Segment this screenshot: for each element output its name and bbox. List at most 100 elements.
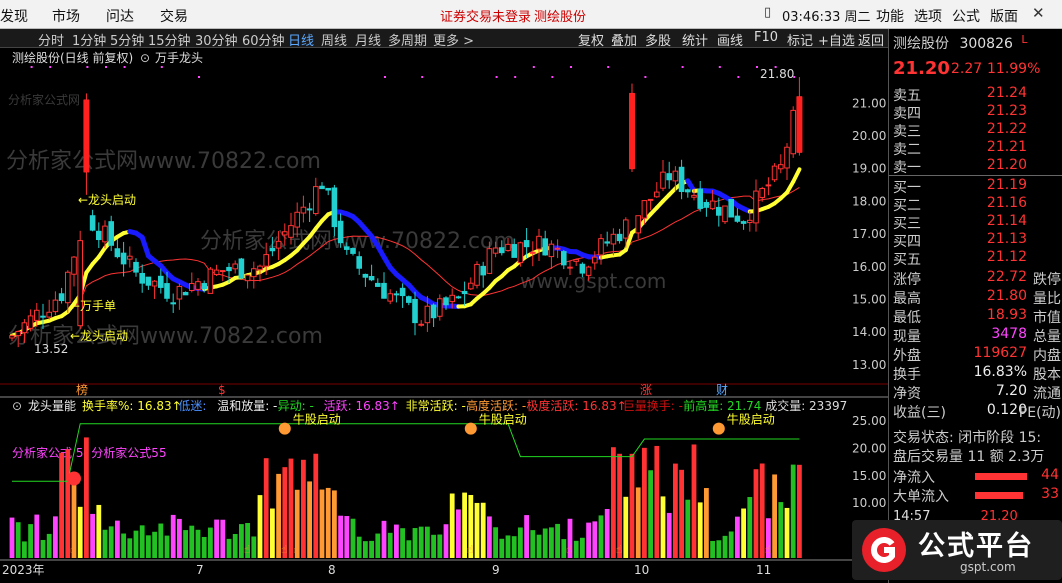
period-15min[interactable]: 15分钟 [148, 30, 191, 49]
volume-bar [208, 527, 213, 558]
candle-body [585, 266, 592, 276]
quote-label: 最低 [893, 310, 921, 326]
period-5min[interactable]: 5分钟 [110, 30, 144, 49]
volume-bar [394, 524, 399, 558]
sub-collapse-icon[interactable]: ⊙ [12, 399, 22, 413]
volume-bar [573, 540, 579, 558]
candle-body [282, 231, 288, 236]
candle-body [573, 259, 580, 262]
book-divider [889, 175, 1062, 176]
close-icon[interactable]: ✕ [1032, 4, 1045, 22]
menu-formula[interactable]: 公式 [952, 6, 980, 26]
quote-label: 卖四 [893, 106, 921, 122]
candle-body [430, 304, 437, 319]
kline-chart[interactable]: 分析家公式网分析家公式网www.70822.com 分析家公式网www.70822… [0, 48, 888, 583]
quote-label: 买五 [893, 252, 921, 268]
tool-mark[interactable]: 标记 [787, 30, 813, 49]
candle-body [220, 270, 226, 273]
candle-body [102, 225, 108, 243]
period-weekly[interactable]: 周线 [321, 30, 347, 49]
period-daily[interactable]: 日线 [288, 30, 314, 49]
quote-label: 卖三 [893, 124, 921, 140]
last-price: 21.20 [893, 58, 950, 79]
quote-value: 18.93 [986, 307, 1027, 323]
tool-overlay[interactable]: 叠加 [611, 30, 637, 49]
bell-icon[interactable]: ▯ [764, 5, 771, 20]
tool-stats[interactable]: 统计 [682, 30, 708, 49]
candle-body [542, 238, 549, 256]
period-multi[interactable]: 多周期 [388, 30, 427, 49]
wanshou-label: ←万手单 [70, 299, 116, 313]
hand-icon: ☝ [616, 543, 623, 556]
sub-item: 温和放量: - [217, 398, 277, 413]
tool-multistock[interactable]: 多股 [645, 30, 671, 49]
candle-body [164, 283, 170, 299]
volume-bar [263, 458, 269, 558]
candle-body [523, 240, 530, 248]
candle-body [424, 305, 431, 324]
volume-bar [325, 487, 331, 558]
candle-body-limit [796, 96, 803, 153]
candle-body [96, 230, 102, 241]
volume-bar [487, 516, 492, 558]
quote-value: 3478 [991, 326, 1027, 342]
tool-fuquan[interactable]: 复权 [578, 30, 604, 49]
period-1min[interactable]: 1分钟 [72, 30, 106, 49]
sub-item: 巨量换手: - [623, 399, 683, 413]
candle-body [145, 276, 152, 286]
volume-bar [412, 528, 418, 558]
volume-bar [158, 523, 164, 558]
candle-body [660, 171, 666, 189]
menu-wenda[interactable]: 问达 [106, 6, 134, 26]
menu-options[interactable]: 选项 [914, 6, 942, 26]
dragon-start-1: ←龙头启动 [78, 193, 136, 207]
period-more[interactable]: 更多 > [433, 30, 474, 49]
month-label: 2023年 [2, 563, 45, 577]
candle-body [461, 290, 468, 295]
sub-item: 低迷: [178, 399, 206, 413]
quote-label: 卖一 [893, 160, 921, 176]
candle-body [393, 293, 400, 296]
flow-row: 大单流入 33 [893, 486, 1062, 505]
menu-layout[interactable]: 版面 [990, 6, 1018, 26]
signal-dot [551, 76, 554, 78]
candle-body [598, 238, 604, 256]
tool-f10[interactable]: F10 [754, 30, 778, 45]
quote-label: 净资 [893, 386, 921, 402]
menu-function[interactable]: 功能 [876, 6, 904, 26]
menu-trade[interactable]: 交易 [160, 6, 188, 26]
time-axis: 2023年 7 8 9 10 11 [2, 563, 771, 577]
menu-market[interactable]: 市场 [52, 6, 80, 26]
period-monthly[interactable]: 月线 [355, 30, 381, 49]
price-pct: 11.99% [987, 61, 1041, 77]
high-label: 21.80 [760, 67, 794, 81]
tool-back[interactable]: 返回 [858, 30, 884, 49]
candle-body [716, 206, 722, 216]
tool-draw[interactable]: 画线 [717, 30, 743, 49]
menu-discover[interactable]: 发现 [0, 6, 28, 26]
candle-body [139, 272, 145, 284]
flow-bar [975, 473, 1027, 480]
bid-row: 买四 21.13 [889, 231, 1062, 250]
candle-body [288, 225, 294, 238]
candle-body [368, 276, 375, 281]
candle-body [127, 255, 133, 260]
volume-bar [536, 534, 542, 558]
ask-row: 卖四 21.23 [889, 103, 1062, 122]
period-fenshi[interactable]: 分时 [38, 30, 64, 49]
collapse-icon[interactable]: ⊙ [140, 51, 150, 65]
login-notice[interactable]: 证券交易未登录 [440, 6, 531, 25]
volume-bar [431, 534, 436, 558]
period-60min[interactable]: 60分钟 [242, 30, 285, 49]
stat-row: 净资 7.20 流通 [889, 383, 1062, 402]
tool-add-watch[interactable]: +自选 [818, 30, 855, 49]
candle-body [319, 185, 325, 190]
after-hours: 盘后交易量 11 额 2.3万 [893, 449, 1045, 465]
volume-bar [375, 533, 381, 558]
gspt-logo: 公式平台 gspt.com [852, 520, 1062, 580]
volume-bar [232, 534, 238, 558]
volume-bar [480, 502, 486, 558]
volume-bar [549, 527, 554, 558]
period-30min[interactable]: 30分钟 [195, 30, 238, 49]
candle-body [722, 205, 728, 223]
